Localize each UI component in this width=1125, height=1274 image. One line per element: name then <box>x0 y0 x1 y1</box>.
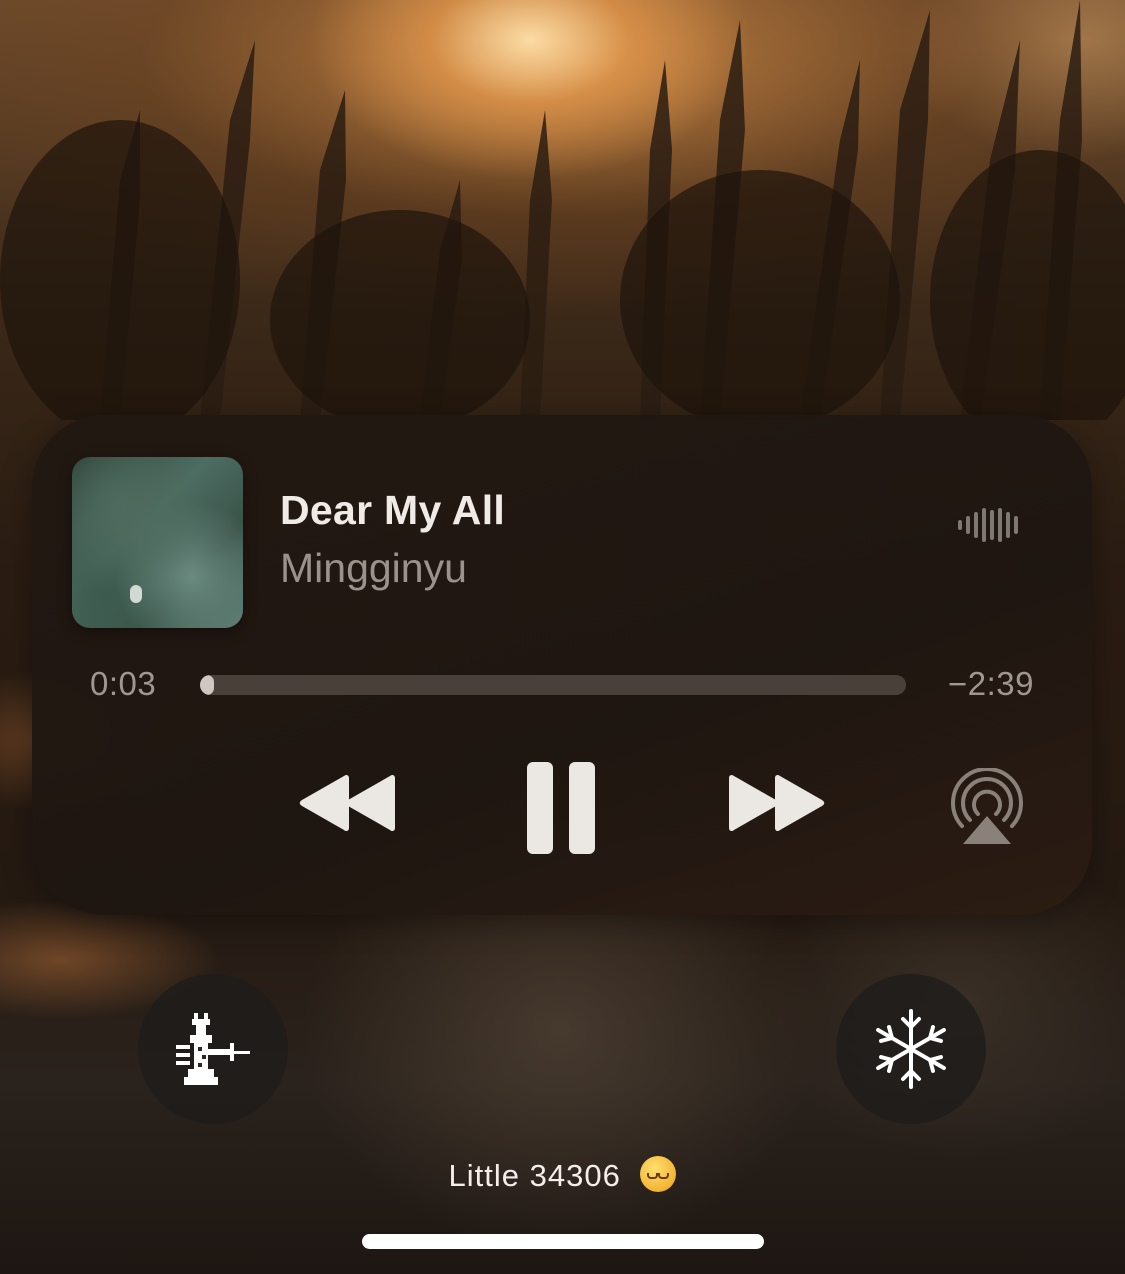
album-artwork[interactable] <box>72 457 243 628</box>
rewind-icon <box>299 774 395 832</box>
fast-forward-button[interactable] <box>724 763 828 843</box>
audio-waveform-icon <box>958 508 1018 542</box>
smiling-face-with-hearts-emoji-icon <box>640 1156 677 1192</box>
wheat-stalks-image <box>0 0 1125 420</box>
fast-forward-icon <box>729 774 825 832</box>
track-artist: Mingginyu <box>280 545 467 591</box>
elapsed-time: 0:03 <box>90 665 157 702</box>
snowflake-icon <box>876 1009 946 1089</box>
track-title: Dear My All <box>280 487 506 533</box>
home-indicator[interactable] <box>362 1234 764 1249</box>
progress-fill <box>200 675 215 695</box>
now-playing-widget[interactable]: Dear My All Mingginyu 0:03 −2:39 <box>32 415 1092 915</box>
airplay-button[interactable] <box>946 767 1028 849</box>
artwork-figure <box>130 585 142 603</box>
pause-icon <box>527 762 595 854</box>
rewind-button[interactable] <box>296 763 400 843</box>
pause-button[interactable] <box>522 761 602 855</box>
progress-scrubber[interactable] <box>200 675 906 695</box>
jailbreak-app-button[interactable] <box>138 974 288 1124</box>
remaining-time: −2:39 <box>948 665 1034 702</box>
footer-label: Little 34306 <box>448 1158 621 1193</box>
chess-jailbreak-icon <box>176 1013 250 1085</box>
airplay-icon <box>951 768 1023 844</box>
lockscreen-footer: Little 34306 <box>0 1156 1125 1194</box>
snowboard-app-button[interactable] <box>836 974 986 1124</box>
